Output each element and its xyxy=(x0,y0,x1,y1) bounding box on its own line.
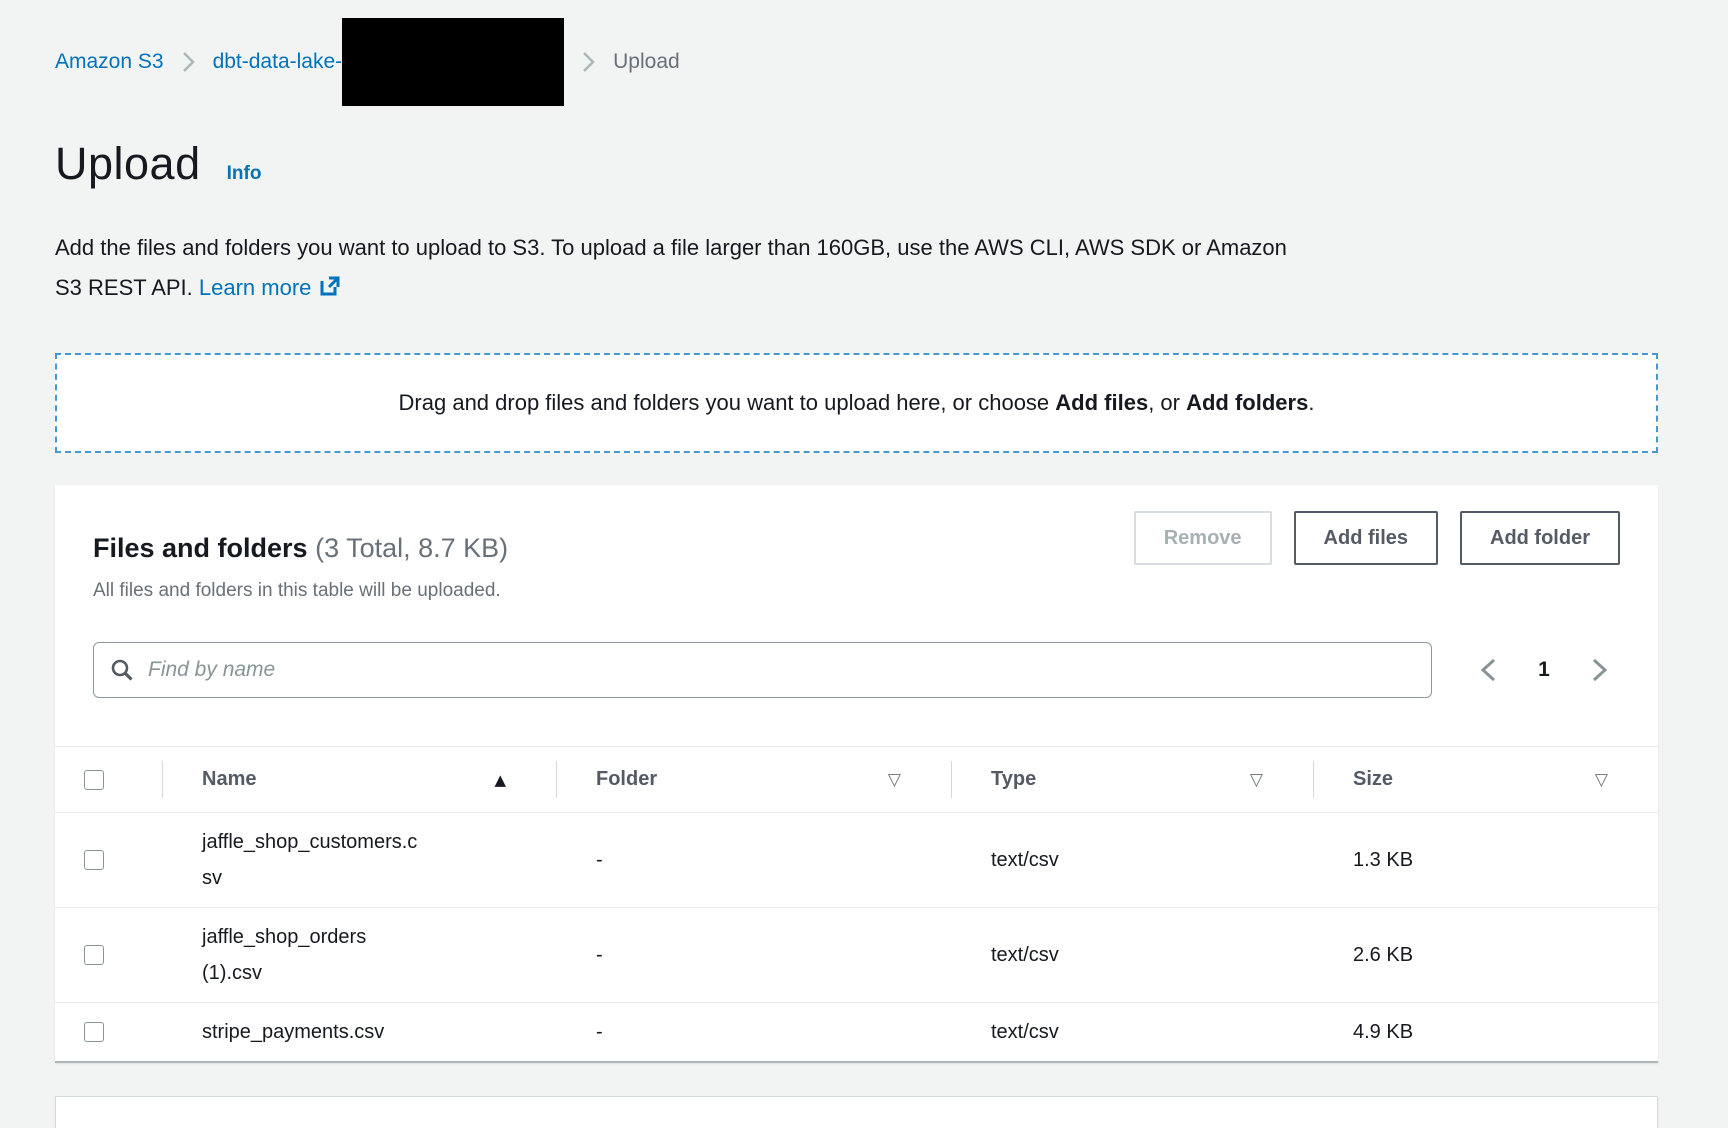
row-checkbox[interactable] xyxy=(84,1022,104,1042)
cell-size: 4.9 KB xyxy=(1313,1003,1658,1061)
panel-count: (3 Total, 8.7 KB) xyxy=(315,533,508,563)
info-link[interactable]: Info xyxy=(227,163,262,185)
breadcrumb: Amazon S3 dbt-data-lake- Upload xyxy=(55,18,1658,106)
cell-name: jaffle_shop_customers.csv xyxy=(162,813,556,907)
add-files-button[interactable]: Add files xyxy=(1294,511,1438,565)
table-header-row: Name ▲ Folder ▽ Type ▽ Size ▽ xyxy=(55,746,1658,813)
breadcrumb-amazon-s3[interactable]: Amazon S3 xyxy=(55,50,164,74)
page-title: Upload xyxy=(55,138,201,190)
page-number[interactable]: 1 xyxy=(1538,658,1550,682)
dropzone-text: Drag and drop files and folders you want… xyxy=(399,390,1315,416)
cell-name: stripe_payments.csv xyxy=(162,1003,556,1061)
files-and-folders-panel: Files and folders (3 Total, 8.7 KB) All … xyxy=(55,485,1658,1063)
row-select-cell xyxy=(55,908,162,1002)
pagination: 1 xyxy=(1432,653,1620,687)
table-row: jaffle_shop_orders (1).csv - text/csv 2.… xyxy=(55,908,1658,1003)
external-link-icon xyxy=(319,270,341,310)
chevron-left-icon xyxy=(1480,657,1497,683)
files-table: Name ▲ Folder ▽ Type ▽ Size ▽ xyxy=(55,746,1658,1061)
select-all-checkbox[interactable] xyxy=(84,770,104,790)
next-page-button[interactable] xyxy=(1587,653,1612,687)
search-input[interactable] xyxy=(148,658,1415,682)
previous-page-button[interactable] xyxy=(1476,653,1501,687)
breadcrumb-bucket-link[interactable]: dbt-data-lake- xyxy=(213,50,343,74)
cell-name: jaffle_shop_orders (1).csv xyxy=(162,908,556,1002)
next-section-card xyxy=(55,1096,1658,1128)
row-checkbox[interactable] xyxy=(84,945,104,965)
cell-folder: - xyxy=(556,831,951,889)
remove-button[interactable]: Remove xyxy=(1134,511,1272,565)
column-header-size[interactable]: Size ▽ xyxy=(1313,747,1658,812)
column-header-name[interactable]: Name ▲ xyxy=(162,747,556,812)
cell-type: text/csv xyxy=(951,926,1313,984)
filter-icon: ▽ xyxy=(1250,770,1263,790)
chevron-right-icon xyxy=(182,51,195,73)
breadcrumb-current-upload: Upload xyxy=(613,50,680,74)
table-row: jaffle_shop_customers.csv - text/csv 1.3… xyxy=(55,813,1658,908)
cell-folder: - xyxy=(556,926,951,984)
add-folder-button[interactable]: Add folder xyxy=(1460,511,1620,565)
filter-icon: ▽ xyxy=(888,770,901,790)
chevron-right-icon xyxy=(582,51,595,73)
panel-subtitle: All files and folders in this table will… xyxy=(93,580,508,602)
column-header-type[interactable]: Type ▽ xyxy=(951,747,1313,812)
search-box xyxy=(93,642,1432,698)
row-select-cell xyxy=(55,813,162,907)
intro-line1: Add the files and folders you want to up… xyxy=(55,235,1287,260)
column-header-folder[interactable]: Folder ▽ xyxy=(556,747,951,812)
sort-ascending-icon: ▲ xyxy=(494,771,506,789)
row-checkbox[interactable] xyxy=(84,850,104,870)
search-icon xyxy=(110,658,134,682)
learn-more-link[interactable]: Learn more xyxy=(199,275,312,300)
cell-size: 1.3 KB xyxy=(1313,831,1658,889)
cell-size: 2.6 KB xyxy=(1313,926,1658,984)
cell-type: text/csv xyxy=(951,831,1313,889)
intro-line2: S3 REST API. xyxy=(55,275,199,300)
select-all-cell xyxy=(55,747,162,812)
redacted-bucket-name xyxy=(342,18,564,106)
table-row: stripe_payments.csv - text/csv 4.9 KB xyxy=(55,1003,1658,1061)
cell-type: text/csv xyxy=(951,1003,1313,1061)
cell-folder: - xyxy=(556,1003,951,1061)
chevron-right-icon xyxy=(1591,657,1608,683)
drag-and-drop-zone[interactable]: Drag and drop files and folders you want… xyxy=(55,353,1658,453)
panel-title: Files and folders (3 Total, 8.7 KB) xyxy=(93,533,508,564)
filter-icon: ▽ xyxy=(1595,770,1608,790)
row-select-cell xyxy=(55,1003,162,1061)
intro-paragraph: Add the files and folders you want to up… xyxy=(55,228,1658,310)
